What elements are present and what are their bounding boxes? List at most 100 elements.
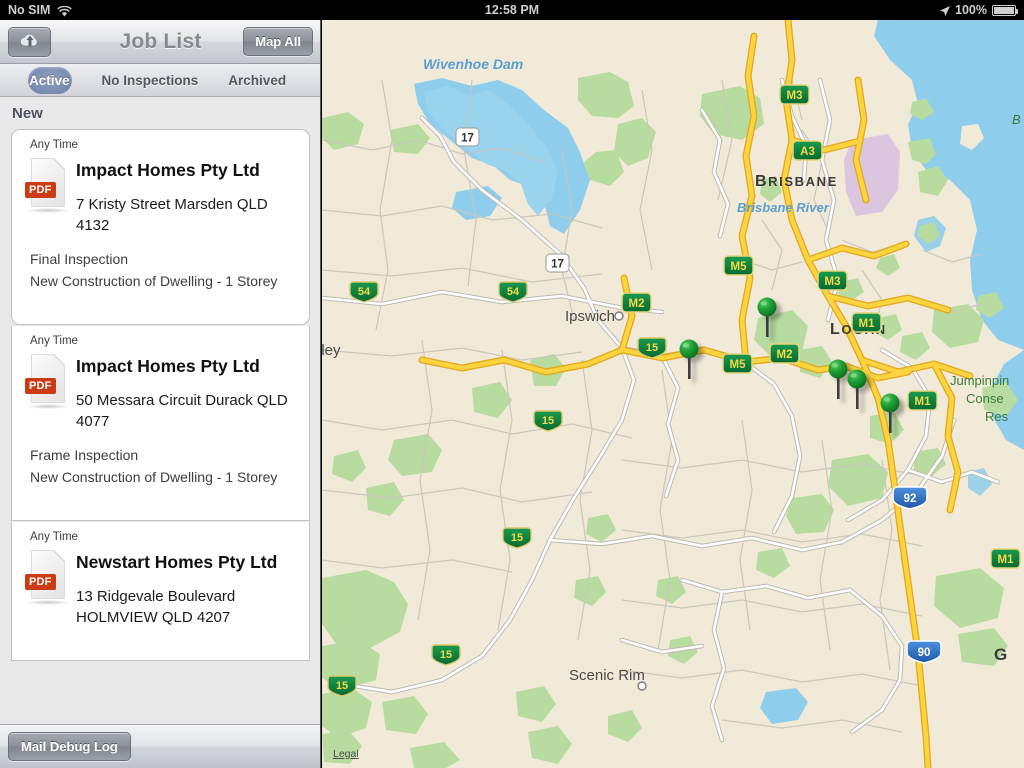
- pdf-file-icon: PDF: [25, 550, 71, 606]
- svg-text:M3: M3: [825, 276, 841, 288]
- mail-debug-log-button[interactable]: Mail Debug Log: [8, 732, 131, 761]
- app-screen: No SIM 12:58 PM 100% Job List Map All Ac…: [0, 0, 1024, 768]
- tab-active[interactable]: Active: [29, 73, 70, 88]
- job-main: Impact Homes Pty Ltd 50 Messara Circuit …: [76, 347, 299, 432]
- status-bar: No SIM 12:58 PM 100%: [0, 0, 1024, 20]
- map-canvas: Wivenhoe Dam Ipswich lley BRISBANE Brisb…: [322, 20, 1024, 768]
- svg-text:A3: A3: [800, 146, 815, 158]
- map-label-b-partial: B: [1012, 112, 1021, 127]
- list-item[interactable]: Any Time PDF Impact Homes Pty Ltd 7 Kris…: [11, 129, 310, 325]
- route-shield-m2b: M2: [769, 343, 800, 364]
- svg-text:54: 54: [358, 286, 371, 298]
- map-label-wivenhoe-dam: Wivenhoe Dam: [423, 56, 523, 72]
- map-label-jumpinpin-3: Res: [985, 409, 1009, 424]
- job-doc-thumb[interactable]: PDF: [20, 151, 76, 236]
- job-doc-thumb[interactable]: PDF: [20, 543, 76, 628]
- job-description-label: New Construction of Dwelling - 1 Storey: [30, 469, 278, 485]
- route-shield-m3b: M3: [779, 84, 810, 105]
- location-arrow-icon: [939, 5, 951, 16]
- svg-text:15: 15: [542, 415, 554, 427]
- svg-text:90: 90: [918, 647, 931, 659]
- job-main: Impact Homes Pty Ltd 7 Kristy Street Mar…: [76, 151, 299, 236]
- svg-text:M5: M5: [731, 261, 748, 273]
- job-company-label: Impact Homes Pty Ltd: [76, 160, 260, 180]
- battery-percent-label: 100%: [955, 3, 987, 17]
- job-description-label: New Construction of Dwelling - 1 Storey: [30, 273, 278, 289]
- navigation-bar: Job List Map All: [0, 20, 320, 64]
- map-all-button[interactable]: Map All: [243, 27, 313, 56]
- route-shield-a3: A3: [792, 140, 823, 161]
- cloud-upload-icon: [19, 31, 41, 52]
- pdf-file-icon: PDF: [25, 158, 71, 214]
- route-shield-m5b: M5: [722, 353, 753, 374]
- svg-text:17: 17: [551, 259, 564, 271]
- job-address-label: 50 Messara Circuit Durack QLD 4077: [76, 392, 288, 430]
- list-item[interactable]: Any Time PDF Newstart Homes Pty Ltd 13 R…: [11, 522, 310, 661]
- svg-text:M1: M1: [915, 396, 932, 408]
- section-header-new: New: [0, 97, 320, 129]
- job-address-label: 7 Kristy Street Marsden QLD 4132: [76, 196, 268, 234]
- svg-text:15: 15: [440, 649, 452, 661]
- job-address-label: 13 Ridgevale Boulevard HOLMVIEW QLD 4207: [76, 588, 236, 626]
- job-time-label: Any Time: [30, 139, 78, 151]
- svg-text:M3: M3: [787, 90, 803, 102]
- filter-segmented-control: Active No Inspections Archived: [0, 64, 320, 97]
- list-item[interactable]: Any Time PDF Impact Homes Pty Ltd 50 Mes…: [11, 326, 310, 521]
- job-main: Newstart Homes Pty Ltd 13 Ridgevale Boul…: [76, 543, 299, 628]
- map-label-jumpinpin-2: Conse: [966, 391, 1004, 406]
- tab-no-inspections[interactable]: No Inspections: [102, 73, 199, 88]
- route-shield-92: 92: [892, 486, 928, 510]
- job-company-label: Impact Homes Pty Ltd: [76, 356, 260, 376]
- pdf-badge-label: PDF: [25, 378, 56, 394]
- svg-text:15: 15: [646, 342, 658, 354]
- status-bar-right: 100%: [939, 3, 1018, 17]
- battery-full-icon: [992, 4, 1018, 16]
- clock-label: 12:58 PM: [484, 3, 540, 17]
- route-shield-m1b: M1: [907, 390, 938, 411]
- svg-text:M5: M5: [730, 359, 747, 371]
- job-time-label: Any Time: [30, 335, 78, 347]
- map-label-brisbane: BRISBANE: [755, 173, 838, 190]
- job-company-label: Newstart Homes Pty Ltd: [76, 552, 278, 572]
- svg-text:17: 17: [461, 133, 474, 145]
- job-row: PDF Newstart Homes Pty Ltd 13 Ridgevale …: [12, 543, 309, 628]
- route-shield-m1a: M1: [851, 312, 882, 333]
- svg-text:M1: M1: [998, 554, 1015, 566]
- map-view[interactable]: Wivenhoe Dam Ipswich lley BRISBANE Brisb…: [322, 20, 1024, 768]
- route-shield-m3a: M3: [817, 270, 848, 291]
- tab-archived[interactable]: Archived: [228, 73, 286, 88]
- pdf-badge-label: PDF: [25, 574, 56, 590]
- pdf-badge-label: PDF: [25, 182, 56, 198]
- map-label-brisbane-river: Brisbane River: [737, 200, 830, 215]
- map-label-ipswich: Ipswich: [565, 308, 615, 325]
- route-shield-17b: 17: [545, 253, 570, 273]
- job-inspection-label: Frame Inspection: [30, 447, 139, 463]
- route-shield-m5a: M5: [723, 255, 754, 276]
- svg-text:92: 92: [904, 493, 917, 505]
- svg-text:M2: M2: [777, 349, 793, 361]
- map-label-g-partial: G: [994, 645, 1007, 664]
- job-doc-thumb[interactable]: PDF: [20, 347, 76, 432]
- svg-text:15: 15: [511, 532, 523, 544]
- job-row: PDF Impact Homes Pty Ltd 50 Messara Circ…: [12, 347, 309, 432]
- bottom-toolbar: Mail Debug Log: [0, 724, 320, 768]
- sync-upload-button[interactable]: [8, 26, 51, 57]
- job-inspection-label: Final Inspection: [30, 251, 129, 267]
- map-label-valley-partial: lley: [322, 342, 341, 359]
- svg-text:M2: M2: [629, 298, 645, 310]
- svg-text:M1: M1: [859, 318, 876, 330]
- route-shield-17: 17: [455, 127, 480, 147]
- map-legal-link[interactable]: Legal: [333, 748, 359, 760]
- route-shield-m1c: M1: [990, 548, 1021, 569]
- map-label-jumpinpin-1: Jumpinpin: [950, 373, 1009, 388]
- job-list[interactable]: Any Time PDF Impact Homes Pty Ltd 7 Kris…: [0, 129, 320, 704]
- job-list-panel: Job List Map All Active No Inspections A…: [0, 20, 321, 768]
- svg-text:15: 15: [336, 680, 348, 692]
- route-shield-m2a: M2: [621, 292, 652, 313]
- map-label-scenic-rim: Scenic Rim: [569, 667, 645, 684]
- svg-text:54: 54: [507, 286, 520, 298]
- pdf-file-icon: PDF: [25, 354, 71, 410]
- route-shield-90: 90: [906, 640, 942, 664]
- job-time-label: Any Time: [30, 531, 78, 543]
- job-row: PDF Impact Homes Pty Ltd 7 Kristy Street…: [12, 151, 309, 236]
